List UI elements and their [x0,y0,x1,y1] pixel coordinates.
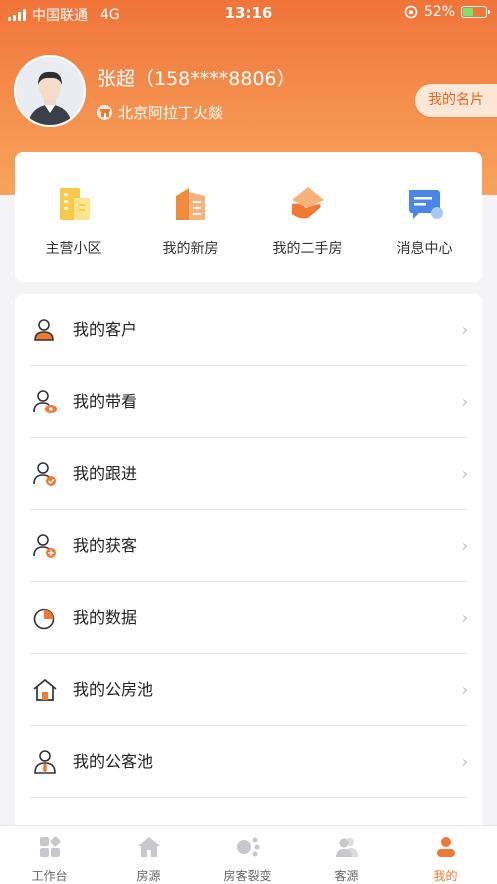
menu-item-follow-up[interactable]: 我的跟进 › [15,438,482,510]
menu-item-label: 我的获客 [73,536,138,555]
user-name: 张超（158****8806） [97,68,296,90]
menu-item-public-house-pool[interactable]: 我的公房池 › [15,654,482,726]
avatar[interactable] [14,55,86,127]
public-customer-pool-icon [34,750,56,774]
quick-action-label: 我的二手房 [272,241,343,257]
menu-list: 我的客户 › 我的带看 › 我的跟进 › 我的获客 › 我的数据 › 我的公房池… [15,294,482,834]
chevron-right-icon: › [461,392,468,411]
menu-item-label: 我的带看 [73,392,138,411]
viewing-icon [33,390,57,413]
my-card-button[interactable]: 我的名片 [415,84,497,117]
menu-item-label: 我的公客池 [73,752,154,771]
menu-item-acquire-customers[interactable]: 我的获客 › [15,510,482,582]
quick-action-label: 主营小区 [45,241,102,257]
tab-label: 客源 [334,869,359,883]
quick-action-community[interactable]: 主营小区 [15,182,132,258]
chevron-right-icon: › [461,680,468,699]
store-icon [97,105,112,120]
second-hand-house-icon [291,187,324,219]
tab-houses[interactable]: 房源 [99,826,198,884]
quick-action-message-center[interactable]: 消息中心 [366,182,483,258]
status-bar: 中国联通 4G 13:16 52% [0,0,497,26]
rotation-lock-icon [404,5,418,19]
building-icon [59,188,90,220]
menu-item-viewings[interactable]: 我的带看 › [15,366,482,438]
acquire-customer-icon [33,534,56,558]
follow-up-icon [33,462,56,486]
share-icon [236,837,259,857]
quick-action-label: 消息中心 [396,241,453,257]
tab-label: 工作台 [31,869,68,883]
quick-actions-card: 主营小区 我的新房 我的二手房 消息中心 [15,152,482,282]
pie-chart-icon [33,608,55,630]
tab-label: 房客裂变 [223,869,272,883]
quick-action-second-hand-house[interactable]: 我的二手房 [249,182,366,258]
quick-action-new-house[interactable]: 我的新房 [132,182,249,258]
tab-label: 我的 [433,869,458,883]
customer-icon [34,319,54,341]
battery-percent: 52% [423,4,455,20]
menu-item-label: 我的数据 [73,608,138,627]
workbench-icon [39,836,60,857]
tab-bar: 工作台 房源 房客裂变 客源 我的 [0,825,497,884]
menu-item-customers[interactable]: 我的客户 › [15,294,482,366]
divider [30,797,467,798]
tab-clients[interactable]: 客源 [297,826,396,884]
new-house-icon [175,188,205,220]
chevron-right-icon: › [461,464,468,483]
tab-label: 房源 [136,869,161,883]
me-icon [436,837,455,857]
menu-item-label: 我的跟进 [73,464,138,483]
house-icon [137,837,160,857]
message-icon [408,190,443,219]
chevron-right-icon: › [461,752,468,771]
chevron-right-icon: › [461,536,468,555]
public-house-pool-icon [33,678,57,701]
tab-me[interactable]: 我的 [396,826,495,884]
user-location: 北京阿拉丁火燚 [97,102,223,123]
chevron-right-icon: › [461,608,468,627]
tab-workbench[interactable]: 工作台 [0,826,99,884]
menu-item-label: 我的客户 [73,320,138,339]
tab-share[interactable]: 房客裂变 [198,826,297,884]
battery-icon [461,6,490,18]
location-label: 北京阿拉丁火燚 [118,104,224,122]
menu-item-my-data[interactable]: 我的数据 › [15,582,482,654]
quick-action-label: 我的新房 [162,241,219,257]
menu-item-label: 我的公房池 [73,680,154,699]
person-avatar-icon [16,57,84,125]
clients-icon [335,838,358,857]
chevron-right-icon: › [461,320,468,339]
menu-item-public-customer-pool[interactable]: 我的公客池 › [15,726,482,798]
